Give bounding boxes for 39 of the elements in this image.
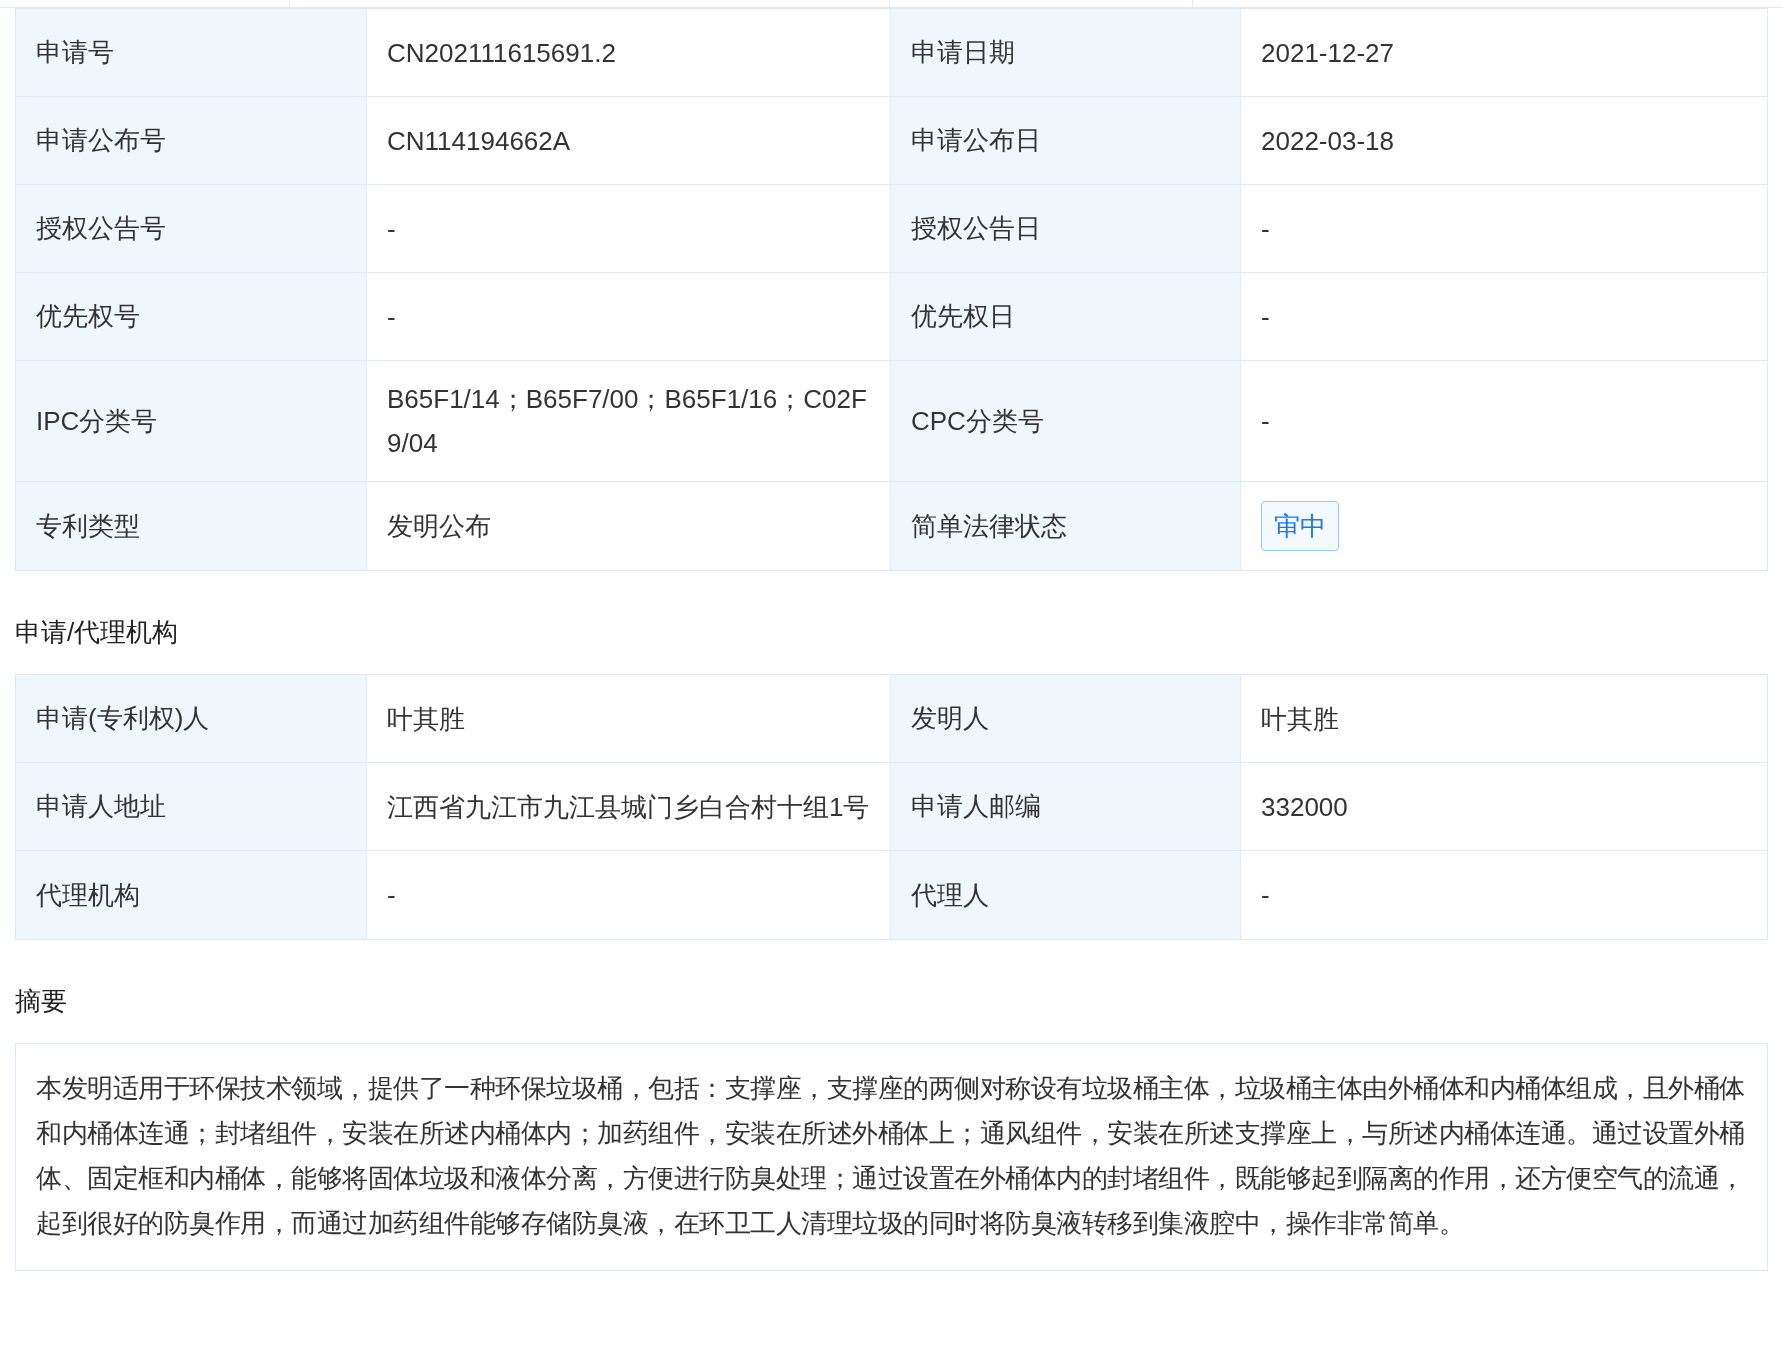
field-label: 简单法律状态 — [911, 509, 1067, 543]
field-label: 申请号 — [36, 36, 114, 69]
field-label: 申请公布日 — [911, 124, 1041, 157]
field-value: - — [387, 212, 396, 246]
field-value: CN114194662A — [387, 124, 571, 158]
field-label: 优先权日 — [911, 300, 1015, 333]
field-value: 发明公布 — [387, 510, 491, 543]
section-title: 摘要 — [15, 986, 67, 1016]
section-title: 申请/代理机构 — [15, 617, 179, 647]
field-value: - — [1261, 879, 1270, 912]
field-label: CPC分类号 — [911, 404, 1044, 438]
field-value: - — [387, 300, 396, 334]
field-value: - — [387, 879, 396, 912]
field-label: 代理人 — [911, 878, 989, 912]
field-value: - — [1261, 300, 1270, 334]
field-label: 申请公布号 — [36, 124, 166, 157]
field-label: 申请人邮编 — [911, 790, 1041, 823]
field-value: 332000 — [1261, 790, 1348, 824]
field-value: - — [1261, 212, 1270, 246]
field-value: - — [1261, 405, 1270, 438]
field-value: 2021-12-27 — [1261, 36, 1394, 70]
field-value: 2022-03-18 — [1261, 124, 1394, 158]
field-label: 代理机构 — [36, 878, 140, 912]
field-value: B65F1/14；B65F7/00；B65F1/16；C02F9/04 — [387, 383, 868, 460]
field-value: 江西省九江市九江县城门乡白合村十组1号 — [387, 790, 870, 824]
field-label: 优先权号 — [36, 300, 140, 333]
field-value: CN202111615691.2 — [387, 36, 616, 70]
abstract-text: 本发明适用于环保技术领域，提供了一种环保垃圾桶，包括：支撑座，支撑座的两侧对称设有垃圾桶主体，垃圾桶主体由外桶体和内桶体组成，且外桶体和内桶体连通；封堵组件，安装在所述内桶体内；加药组件，安装在所述外桶体上；通风组件，安装在所述支撑座上，与所述内桶体连通。通过设置外桶体、固定框和内桶体，能够将固体垃圾和液体分离，方便进行防臭处理；通过设置在外桶体内的封堵组件，既能够起到隔离的作用，还方便空气的流通，起到很好的防臭作用，而通过加药组件能够存储防臭液，在环卫工人清理垃圾的同时将防臭液转移到集液腔中，操作非常简单。 — [36, 1072, 1746, 1240]
field-label: 授权公告号 — [36, 212, 166, 245]
field-label: 申请人地址 — [36, 790, 166, 823]
field-label: 发明人 — [911, 702, 989, 735]
status-badge: 审中 — [1261, 501, 1339, 551]
field-label: 专利类型 — [36, 509, 140, 543]
field-label: IPC分类号 — [36, 404, 158, 438]
field-value: 叶其胜 — [387, 702, 465, 736]
field-label: 申请(专利权)人 — [36, 702, 210, 735]
field-value: 叶其胜 — [1261, 702, 1339, 736]
field-label: 授权公告日 — [911, 212, 1041, 245]
field-label: 申请日期 — [911, 36, 1015, 69]
